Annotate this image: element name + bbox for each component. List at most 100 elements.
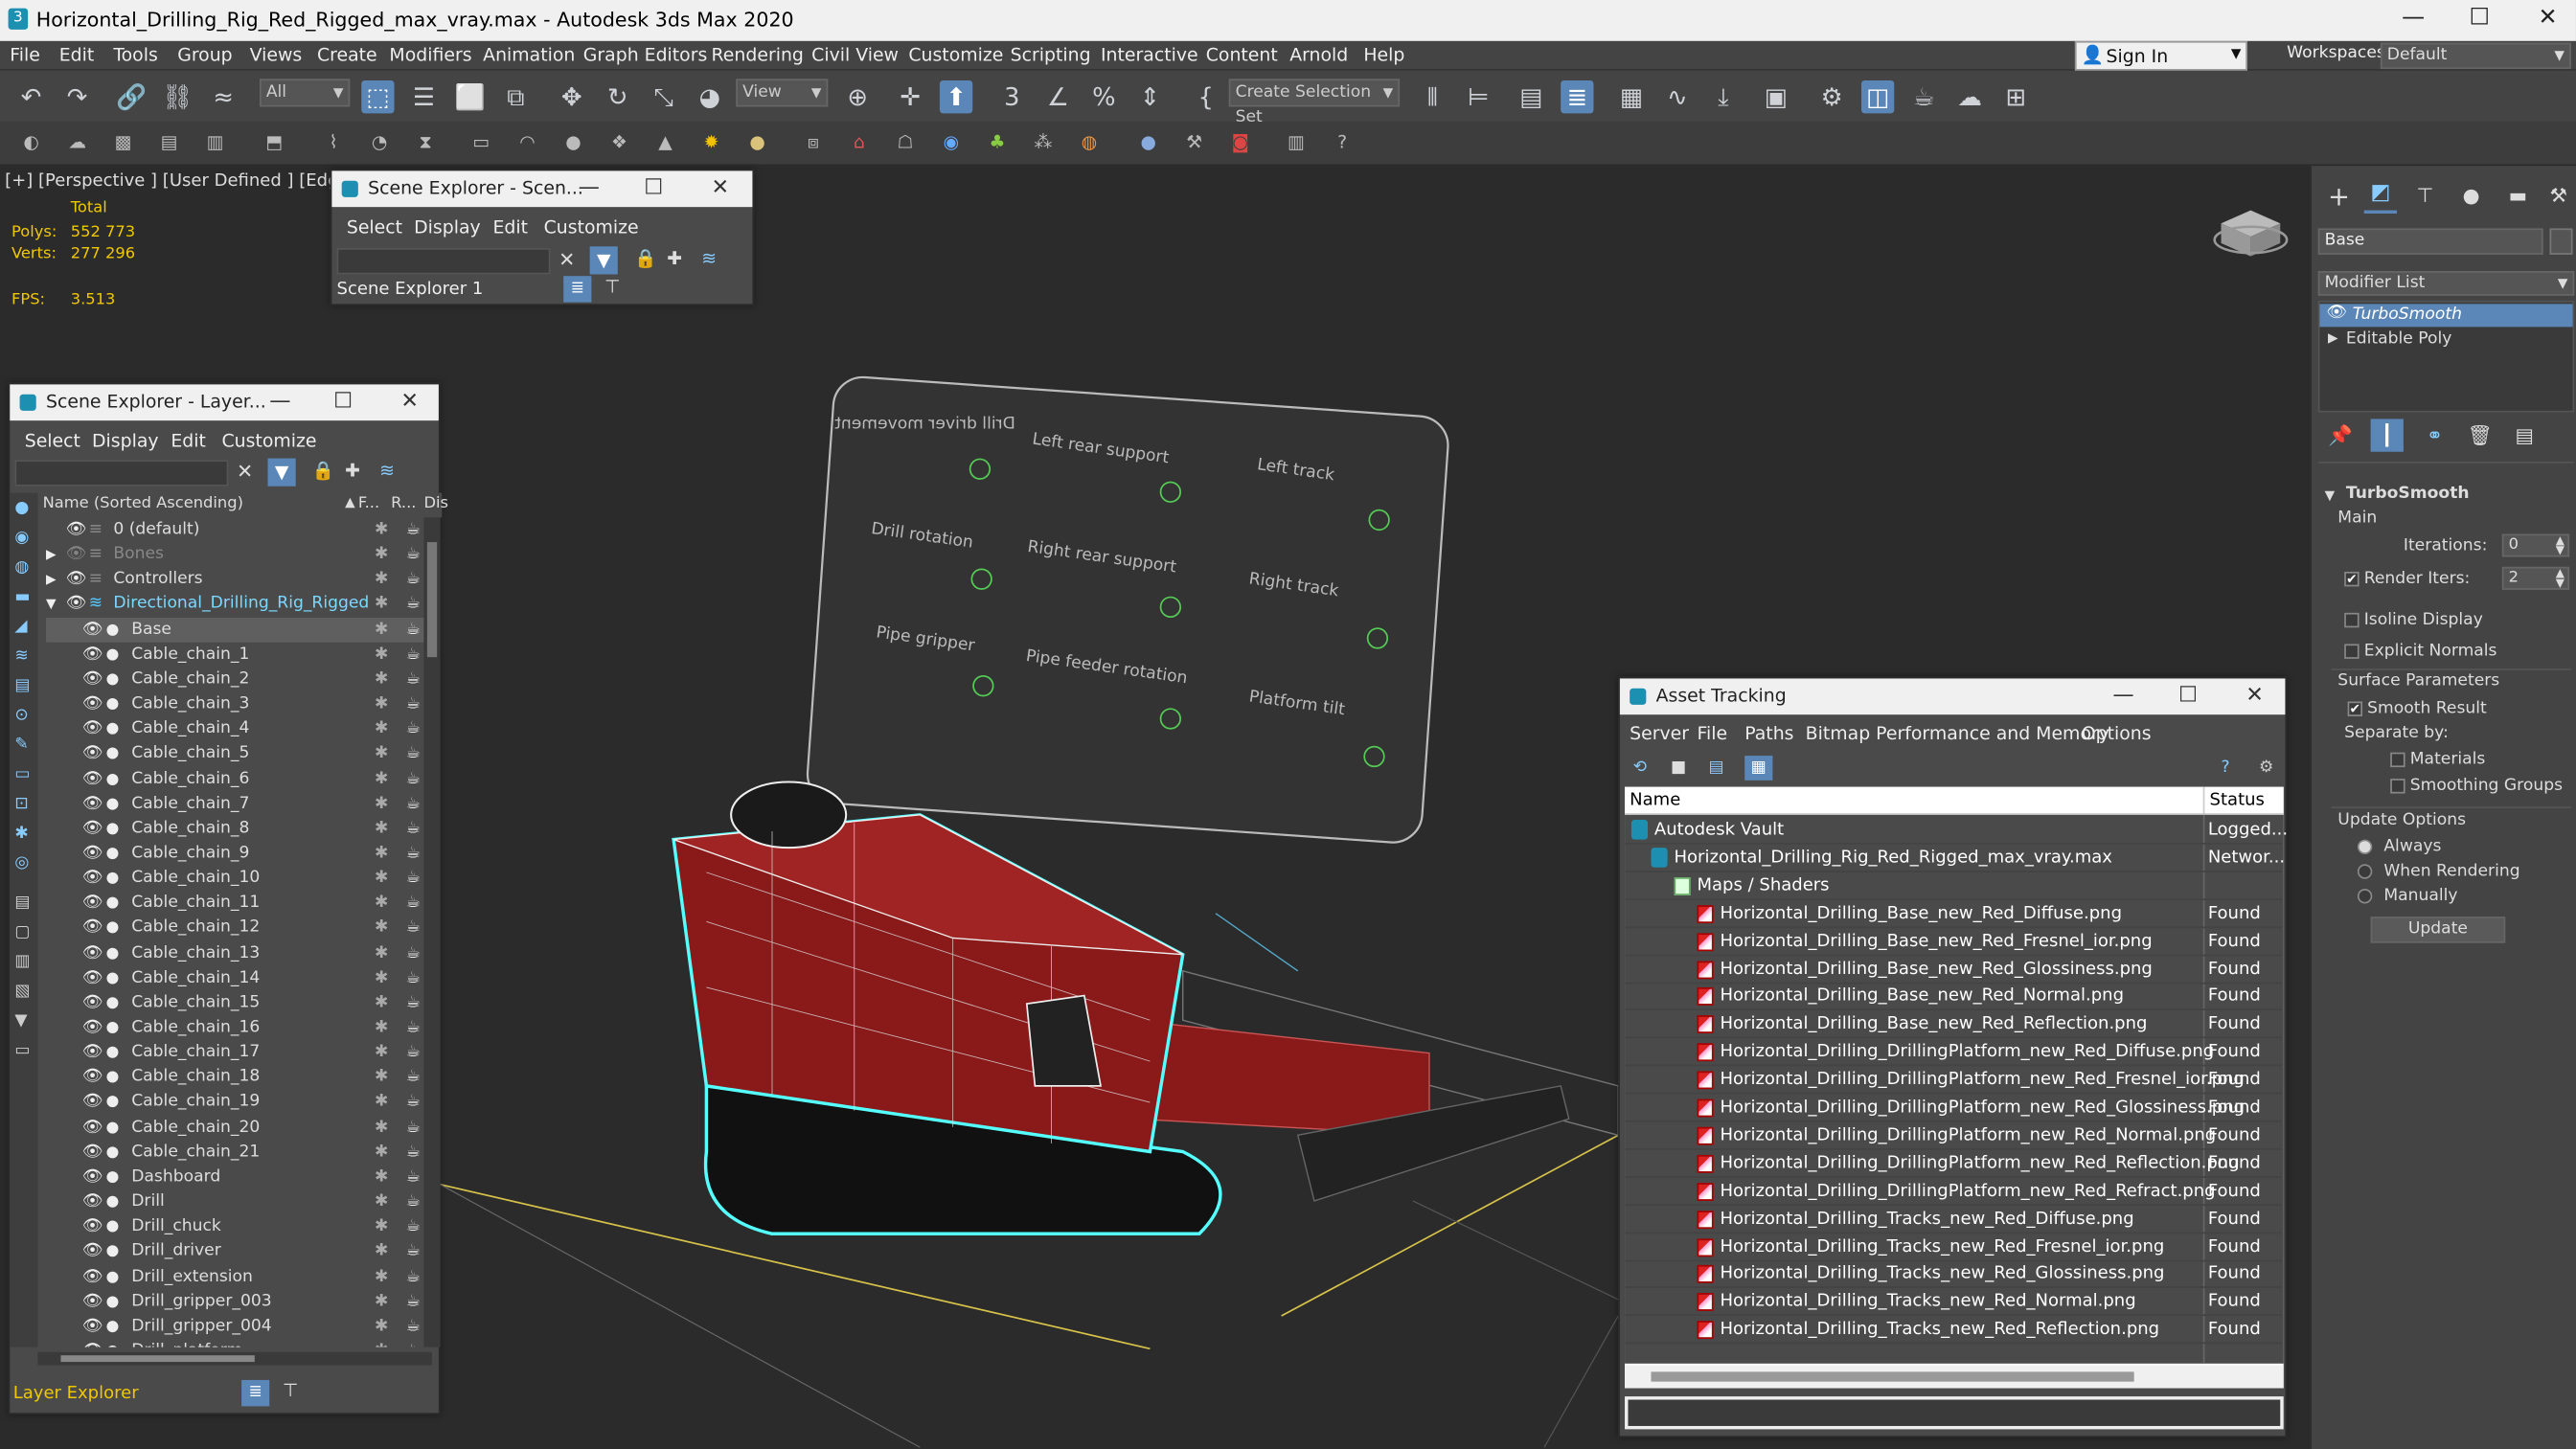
menu-select[interactable]: Select: [347, 216, 402, 238]
visibility-eye-icon[interactable]: 👁: [66, 542, 87, 567]
isoline-checkbox[interactable]: [2344, 612, 2359, 628]
layer-tree-row[interactable]: 👁 Cable_chain_17 ✱ ☕: [46, 1040, 423, 1065]
workspace-dropdown[interactable]: Default ▼: [2380, 42, 2571, 70]
freeze-icon[interactable]: ✱: [375, 990, 388, 1015]
vray-ies-light-icon[interactable]: ▲: [654, 131, 677, 154]
renderable-icon[interactable]: ☕: [406, 841, 421, 866]
smoothing-groups-checkbox[interactable]: [2390, 779, 2405, 794]
layer-tree-row[interactable]: ▼ 👁 ≋ Directional_Drilling_Rig_Rigged ✱ ☕: [46, 592, 423, 617]
visibility-eye-icon[interactable]: 👁: [82, 1314, 103, 1339]
freeze-icon[interactable]: ✱: [375, 741, 388, 766]
layer-tree-row[interactable]: 👁 Drill_gripper_004 ✱ ☕: [46, 1314, 423, 1339]
visibility-eye-icon[interactable]: 👁: [82, 1339, 103, 1347]
asset-row[interactable]: Horizontal_Drilling_DrillingPlatform_new…: [1625, 1177, 2282, 1206]
expand-arrow-icon[interactable]: ▶: [2328, 330, 2338, 345]
sort-by-layer-icon[interactable]: ≣: [563, 276, 592, 303]
object-color-swatch[interactable]: [2549, 228, 2573, 255]
freeze-icon[interactable]: ✱: [375, 816, 388, 841]
layers-icon[interactable]: ≋: [379, 460, 395, 481]
layers-icon[interactable]: ≋: [701, 248, 717, 269]
asset-row[interactable]: Horizontal_Drilling_Base_new_Red_Diffuse…: [1625, 900, 2282, 928]
display-none-icon[interactable]: ●: [14, 499, 29, 517]
renderable-icon[interactable]: ☕: [406, 1339, 421, 1347]
minimize-button[interactable]: —: [2402, 5, 2425, 31]
move-icon[interactable]: ✥: [556, 80, 588, 113]
render-iterative-icon[interactable]: ☁: [1953, 80, 1986, 113]
freeze-icon[interactable]: ✱: [375, 567, 388, 592]
minimize-button[interactable]: —: [2112, 678, 2133, 714]
sort-by-hierarchy-icon[interactable]: ⊤: [283, 1380, 298, 1401]
redo-icon[interactable]: ↷: [60, 80, 93, 113]
tree-view-icon[interactable]: ▤: [1708, 759, 1723, 778]
visibility-eye-icon[interactable]: 👁: [82, 1289, 103, 1314]
select-by-name-icon[interactable]: ☰: [407, 80, 440, 113]
vray-tool-icon[interactable]: ▥: [204, 131, 227, 154]
vray-physical-camera-icon[interactable]: ⌂: [848, 131, 871, 154]
vray-ambient-light-icon[interactable]: ●: [746, 131, 769, 154]
vray-sphere-light-icon[interactable]: ●: [561, 131, 584, 154]
layer-explorer-titlebar[interactable]: Scene Explorer - Layer... — ☐ ✕: [10, 384, 439, 421]
layer-tree-row[interactable]: 👁 Cable_chain_7 ✱ ☕: [46, 791, 423, 816]
menu-help[interactable]: Help: [1363, 44, 1404, 65]
renderable-icon[interactable]: ☕: [406, 517, 421, 542]
vray-camera-icon[interactable]: ⧈: [802, 131, 825, 154]
menu-file[interactable]: File: [10, 44, 40, 65]
vray-sphere-fade-icon[interactable]: ◔: [368, 131, 391, 154]
renderable-icon[interactable]: ☕: [406, 940, 421, 965]
layer-tree-row[interactable]: 👁 Cable_chain_5 ✱ ☕: [46, 741, 423, 766]
visibility-eye-icon[interactable]: 👁: [82, 1239, 103, 1264]
remove-modifier-icon[interactable]: 🗑: [2468, 424, 2493, 447]
column-status[interactable]: Status: [2210, 790, 2265, 810]
asset-row[interactable]: Horizontal_Drilling_Base_new_Red_Fresnel…: [1625, 928, 2282, 956]
renderable-icon[interactable]: ☕: [406, 816, 421, 841]
layer-tree-row[interactable]: 👁 Cable_chain_15 ✱ ☕: [46, 990, 423, 1015]
materials-checkbox[interactable]: [2390, 752, 2405, 768]
slider-handle[interactable]: [1159, 481, 1182, 503]
renderable-icon[interactable]: ☕: [406, 1289, 421, 1314]
edit-named-selection-icon[interactable]: {: [1190, 80, 1222, 113]
search-input[interactable]: [14, 460, 229, 487]
rotate-icon[interactable]: ↻: [602, 80, 634, 113]
sort-by-layer-icon[interactable]: ≣: [241, 1379, 270, 1407]
renderable-icon[interactable]: ☕: [406, 741, 421, 766]
visibility-eye-icon[interactable]: 👁: [82, 816, 103, 841]
explorer-name-dropdown[interactable]: Scene Explorer 1: [333, 276, 554, 303]
layer-tree-row[interactable]: 👁 Cable_chain_12 ✱ ☕: [46, 916, 423, 940]
freeze-icon[interactable]: ✱: [375, 1339, 388, 1347]
layer-tree-row[interactable]: 👁 Drill_extension ✱ ☕: [46, 1264, 423, 1289]
layer-tree-row[interactable]: 👁 Cable_chain_21 ✱ ☕: [46, 1140, 423, 1165]
freeze-icon[interactable]: ✱: [375, 1040, 388, 1065]
renderable-icon[interactable]: ☕: [406, 1140, 421, 1165]
freeze-icon[interactable]: ✱: [375, 1015, 388, 1040]
layer-tree-row[interactable]: 👁 Drill_driver ✱ ☕: [46, 1239, 423, 1264]
asset-row[interactable]: Horizontal_Drilling_Tracks_new_Red_Fresn…: [1625, 1233, 2282, 1261]
asset-path-field[interactable]: [1625, 1396, 2284, 1430]
asset-row[interactable]: Horizontal_Drilling_Rig_Red_Rigged_max_v…: [1625, 845, 2285, 872]
spinner-arrows-icon[interactable]: ▲ ▼: [2556, 568, 2565, 589]
vray-scatter-icon[interactable]: ⁂: [1032, 131, 1055, 154]
layer-tree-row[interactable]: 👁 Cable_chain_9 ✱ ☕: [46, 841, 423, 866]
vray-env-fog-icon[interactable]: ◉: [940, 131, 963, 154]
asset-row[interactable]: Horizontal_Drilling_DrillingPlatform_new…: [1625, 1066, 2282, 1095]
visibility-eye-icon[interactable]: 👁: [66, 567, 87, 592]
maximize-button[interactable]: ☐: [644, 170, 663, 207]
menu-select[interactable]: Select: [25, 430, 80, 451]
rollout-toggle-icon[interactable]: ▼: [2325, 487, 2336, 502]
column-name[interactable]: Name (Sorted Ascending): [43, 494, 243, 512]
renderable-icon[interactable]: ☕: [406, 1015, 421, 1040]
visibility-eye-icon[interactable]: 👁: [82, 617, 103, 642]
renderable-icon[interactable]: ☕: [406, 1165, 421, 1189]
asset-row[interactable]: Horizontal_Drilling_Tracks_new_Red_Gloss…: [1625, 1260, 2282, 1289]
renderable-icon[interactable]: ☕: [406, 1065, 421, 1090]
asset-row[interactable]: Horizontal_Drilling_Base_new_Red_Glossin…: [1625, 956, 2282, 984]
layer-tree-row[interactable]: 👁 Cable_chain_6 ✱ ☕: [46, 766, 423, 791]
freeze-icon[interactable]: ✱: [375, 791, 388, 816]
select-object-icon[interactable]: ⬚: [361, 80, 395, 114]
slider-handle[interactable]: [1159, 708, 1182, 730]
add-layer-icon[interactable]: ✚: [345, 460, 360, 481]
material-editor-icon[interactable]: ▣: [1760, 80, 1792, 113]
vray-sun-icon[interactable]: ✹: [700, 131, 723, 154]
filter-icon[interactable]: ▼: [589, 246, 618, 275]
asset-tracking-titlebar[interactable]: Asset Tracking — ☐ ✕: [1619, 678, 2286, 715]
freeze-icon[interactable]: ✱: [375, 766, 388, 791]
